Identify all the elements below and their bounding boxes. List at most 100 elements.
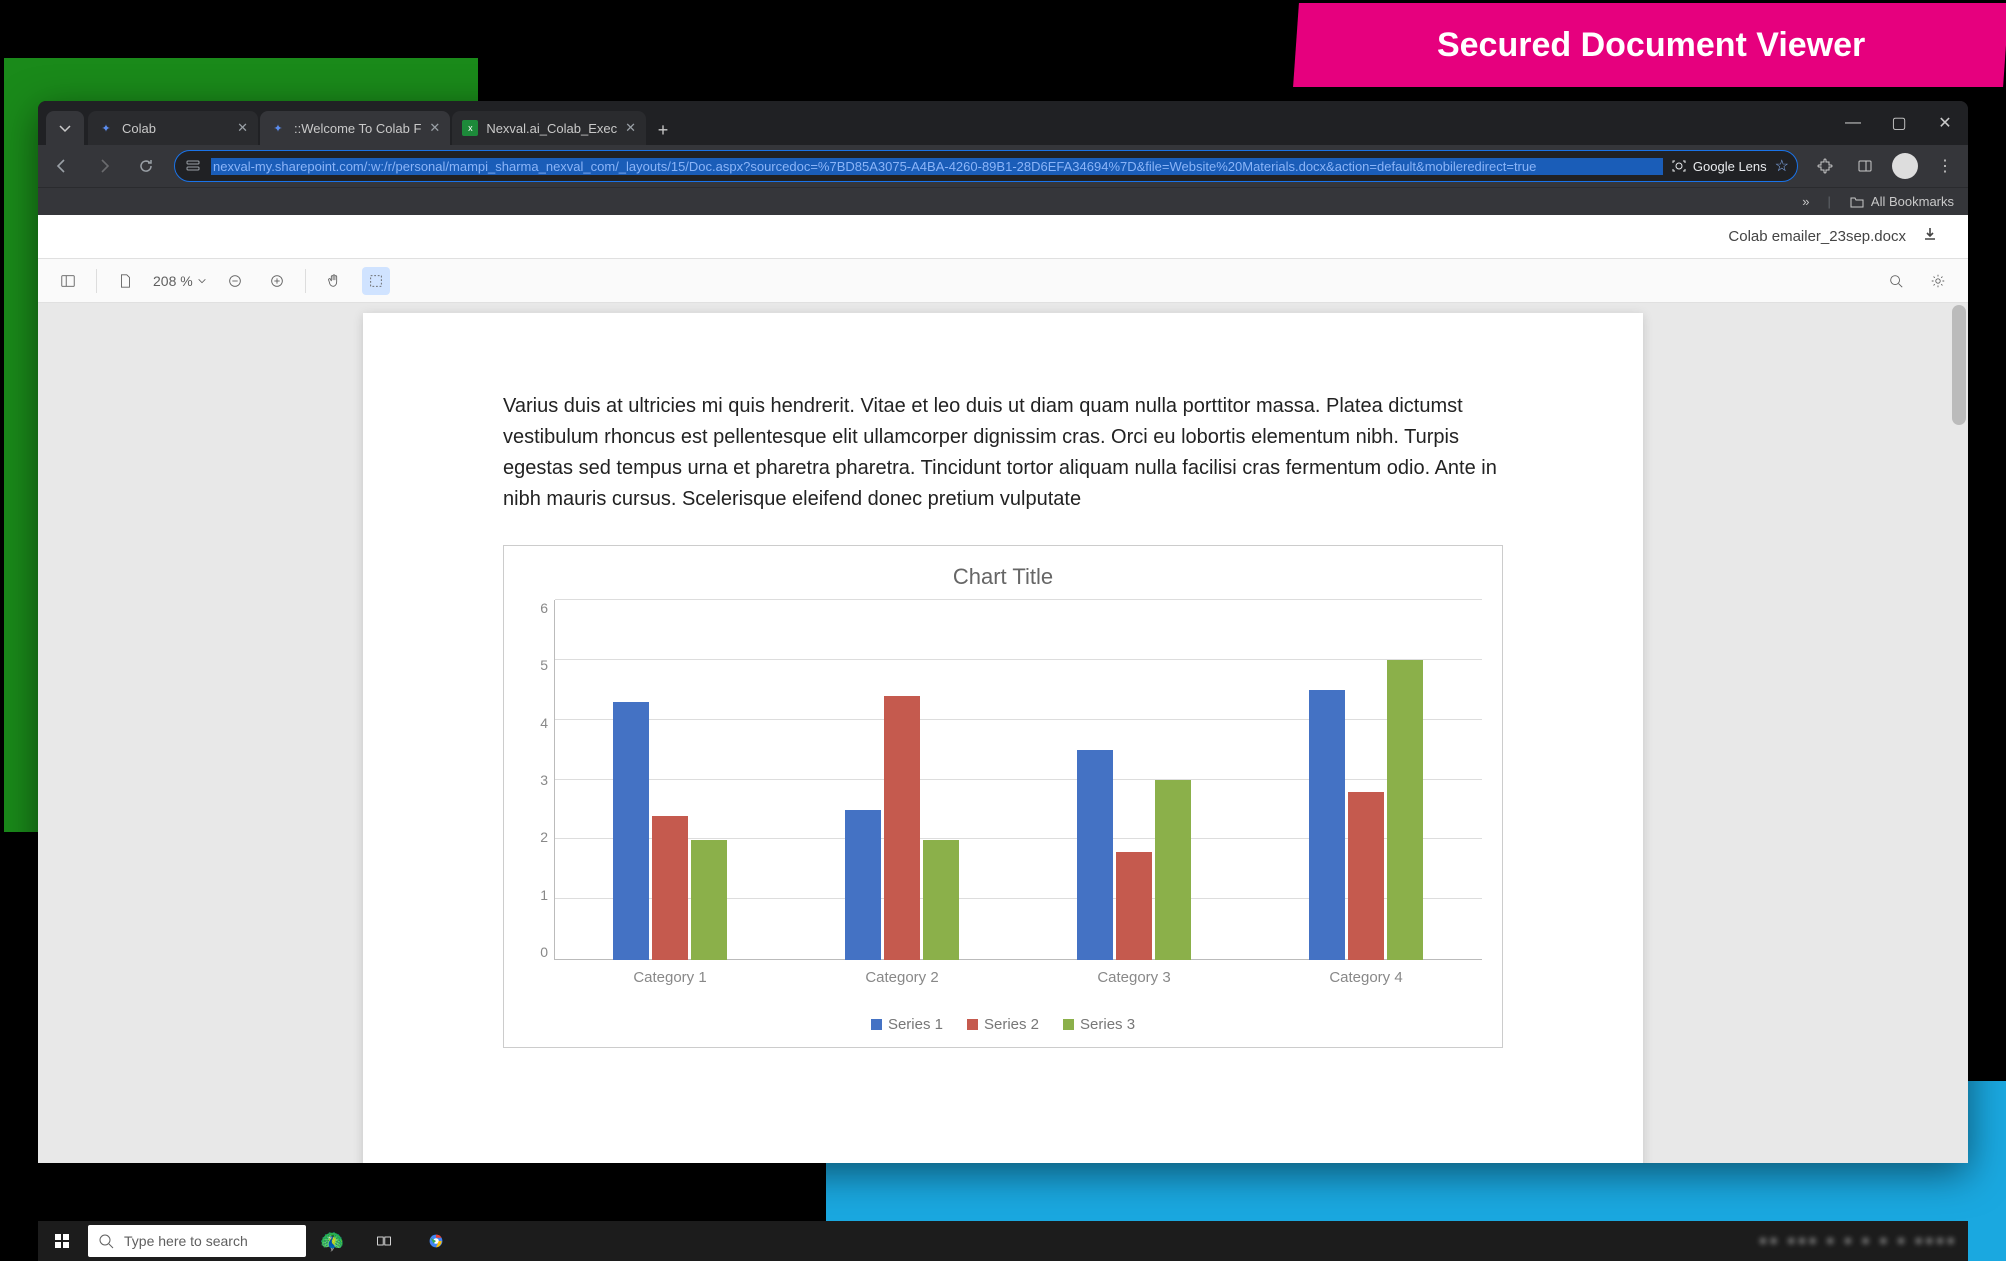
toggle-sidebar-button[interactable] — [54, 267, 82, 295]
profile-avatar[interactable] — [1892, 153, 1918, 179]
browser-menu-button[interactable]: ⋮ — [1932, 156, 1958, 176]
x-axis-labels: Category 1Category 2Category 3Category 4 — [554, 969, 1482, 986]
bar-series-3 — [923, 840, 959, 960]
bar-series-3 — [1387, 660, 1423, 960]
arrow-left-icon — [54, 158, 70, 174]
settings-button[interactable] — [1924, 267, 1952, 295]
search-placeholder: Type here to search — [124, 1233, 248, 1249]
minus-circle-icon — [227, 273, 243, 289]
vertical-scrollbar[interactable] — [1952, 305, 1966, 425]
zoom-level[interactable]: 208 % — [153, 273, 207, 289]
bar-series-2 — [884, 696, 920, 960]
address-bar[interactable]: nexval-my.sharepoint.com/:w:/r/personal/… — [174, 150, 1798, 182]
tab-favicon-icon: ✦ — [270, 120, 286, 136]
select-tool-button[interactable] — [362, 267, 390, 295]
new-tab-button[interactable]: + — [648, 115, 678, 145]
search-document-button[interactable] — [1882, 267, 1910, 295]
viewer-header: Colab emailer_23sep.docx — [38, 215, 1968, 259]
gear-icon — [1930, 273, 1946, 289]
excel-favicon-icon: x — [462, 120, 478, 136]
all-bookmarks-button[interactable]: All Bookmarks — [1849, 194, 1954, 210]
windows-taskbar: Type here to search 🦚 ●● ●●● ● ● ● ● ● ●… — [38, 1221, 1968, 1261]
tab-title: Colab — [122, 121, 229, 136]
document-filename: Colab emailer_23sep.docx — [1728, 228, 1906, 245]
windows-icon — [54, 1233, 70, 1249]
bar-series-3 — [1155, 780, 1191, 960]
paragraph-text: Varius duis at ultricies mi quis hendrer… — [503, 391, 1503, 515]
google-lens-button[interactable]: Google Lens — [1671, 158, 1767, 174]
chevron-down-icon — [197, 276, 207, 286]
bar-series-1 — [1077, 750, 1113, 960]
browser-window: ✦ Colab ✕ ✦ ::Welcome To Colab F ✕ x Nex… — [38, 101, 1968, 1163]
url-text: nexval-my.sharepoint.com/:w:/r/personal/… — [211, 158, 1663, 175]
download-icon — [1922, 226, 1938, 242]
bar-series-1 — [845, 810, 881, 960]
banner-title: Secured Document Viewer — [1437, 26, 1865, 65]
close-window-button[interactable]: ✕ — [1922, 101, 1968, 145]
tab-colab[interactable]: ✦ Colab ✕ — [88, 111, 258, 145]
maximize-button[interactable]: ▢ — [1876, 101, 1922, 145]
bar-series-3 — [691, 840, 727, 960]
chart-bars — [554, 600, 1482, 960]
tab-favicon-icon: ✦ — [98, 120, 114, 136]
close-tab-button[interactable]: ✕ — [625, 120, 636, 136]
page-view-button[interactable] — [111, 267, 139, 295]
back-button[interactable] — [48, 152, 76, 180]
page-icon — [117, 273, 133, 289]
tab-nexval-exec[interactable]: x Nexval.ai_Colab_Exec ✕ — [452, 111, 646, 145]
zoom-in-button[interactable] — [263, 267, 291, 295]
bar-series-2 — [1116, 852, 1152, 960]
bar-series-1 — [1309, 690, 1345, 960]
start-button[interactable] — [38, 1221, 86, 1261]
minimize-button[interactable]: — — [1830, 101, 1876, 145]
close-tab-button[interactable]: ✕ — [237, 120, 248, 136]
close-tab-button[interactable]: ✕ — [429, 120, 440, 136]
tab-title: ::Welcome To Colab F — [294, 121, 421, 136]
pan-tool-button[interactable] — [320, 267, 348, 295]
side-panel-button[interactable] — [1852, 158, 1878, 174]
search-icon — [1888, 273, 1904, 289]
secured-viewer-banner: Secured Document Viewer — [1293, 3, 2006, 87]
browser-tab-strip: ✦ Colab ✕ ✦ ::Welcome To Colab F ✕ x Nex… — [38, 101, 1968, 145]
taskbar-app-chrome[interactable] — [410, 1221, 462, 1261]
panel-icon — [1857, 158, 1873, 174]
viewer-toolbar: 208 % — [38, 259, 1968, 303]
download-button[interactable] — [1922, 226, 1942, 247]
task-view-button[interactable] — [358, 1221, 410, 1261]
system-tray[interactable]: ●● ●●● ● ● ● ● ● ●●●● — [1760, 1235, 1958, 1247]
viewer-canvas[interactable]: Varius duis at ultricies mi quis hendrer… — [38, 303, 1968, 1163]
chart-plot-area: 6543210 Category 1Category 2Category 3Ca… — [554, 600, 1482, 980]
zoom-out-button[interactable] — [221, 267, 249, 295]
sidebar-icon — [60, 273, 76, 289]
tab-search-button[interactable] — [46, 111, 84, 145]
site-info-icon[interactable] — [183, 158, 203, 174]
taskbar-search[interactable]: Type here to search — [88, 1225, 306, 1257]
bookmark-star-button[interactable]: ☆ — [1775, 156, 1789, 176]
embedded-chart: Chart Title 6543210 Category 1Category 2… — [503, 545, 1503, 1048]
chrome-icon — [428, 1233, 444, 1249]
plus-circle-icon — [269, 273, 285, 289]
overflow-indicator[interactable]: » — [1802, 194, 1809, 209]
hand-icon — [326, 273, 342, 289]
browser-toolbar: nexval-my.sharepoint.com/:w:/r/personal/… — [38, 145, 1968, 187]
tab-welcome-colab[interactable]: ✦ ::Welcome To Colab F ✕ — [260, 111, 450, 145]
search-icon — [98, 1233, 114, 1249]
reload-icon — [138, 158, 154, 174]
chart-title: Chart Title — [524, 564, 1482, 590]
extensions-button[interactable] — [1812, 158, 1838, 174]
bookmarks-bar: » | All Bookmarks — [38, 187, 1968, 215]
arrow-right-icon — [96, 158, 112, 174]
bar-series-1 — [613, 702, 649, 960]
chart-legend: Series 1Series 2Series 3 — [524, 1016, 1482, 1033]
folder-icon — [1849, 194, 1865, 210]
taskbar-cortana[interactable]: 🦚 — [306, 1221, 358, 1261]
reload-button[interactable] — [132, 152, 160, 180]
bar-series-2 — [652, 816, 688, 960]
puzzle-icon — [1817, 158, 1833, 174]
document-viewer: Colab emailer_23sep.docx 208 % — [38, 215, 1968, 1163]
y-axis-labels: 6543210 — [528, 600, 548, 960]
select-icon — [368, 273, 384, 289]
taskview-icon — [376, 1233, 392, 1249]
forward-button[interactable] — [90, 152, 118, 180]
document-page: Varius duis at ultricies mi quis hendrer… — [363, 313, 1643, 1163]
